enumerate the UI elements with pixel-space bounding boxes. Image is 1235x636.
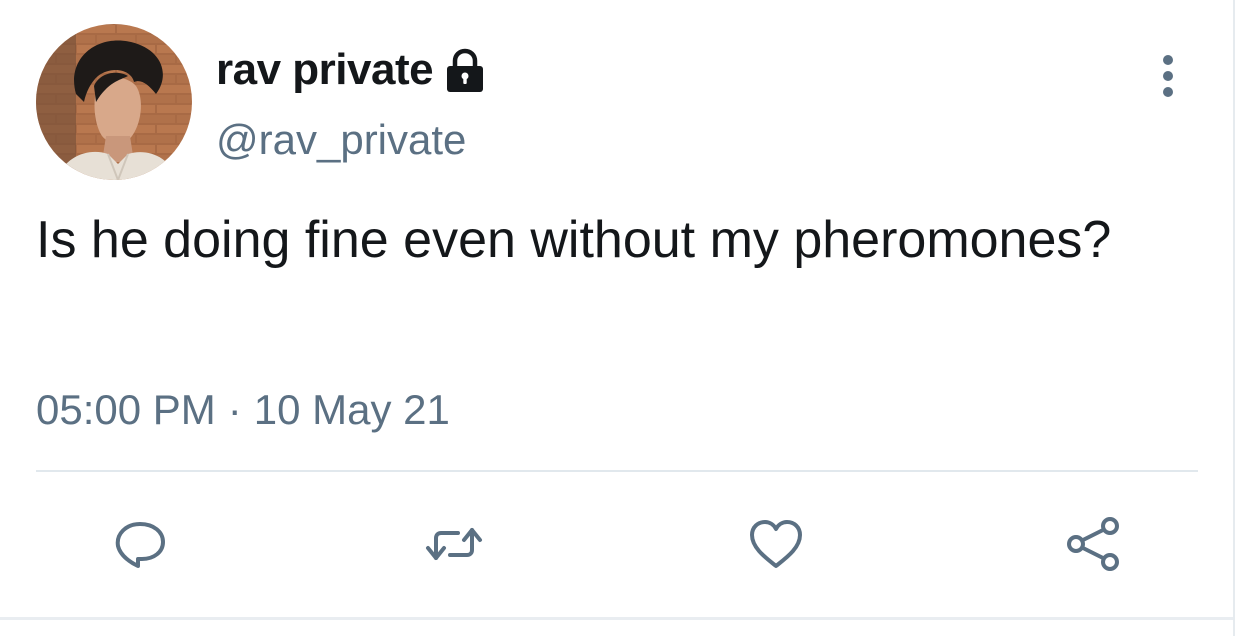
lock-icon (441, 46, 489, 94)
retweet-button[interactable] (424, 514, 484, 574)
tweet-card: rav private @rav_private Is he doing fin… (0, 0, 1235, 636)
user-handle[interactable]: @rav_private (216, 116, 466, 164)
bottom-border (0, 617, 1235, 620)
reply-button[interactable] (110, 514, 170, 574)
avatar[interactable] (36, 24, 192, 180)
avatar-image (36, 24, 192, 180)
tweet-time: 05:00 PM (36, 386, 216, 433)
timestamp-separator: · (227, 386, 242, 433)
retweet-icon (426, 528, 482, 560)
tweet-date: 10 May 21 (253, 386, 450, 433)
display-name-row: rav private (216, 42, 489, 98)
like-button[interactable] (746, 514, 806, 574)
more-options-button[interactable] (1146, 52, 1190, 102)
share-button[interactable] (1064, 514, 1124, 574)
share-icon (1067, 517, 1119, 571)
tweet-timestamp[interactable]: 05:00 PM · 10 May 21 (36, 386, 450, 434)
divider (36, 470, 1198, 472)
reply-icon (115, 522, 165, 568)
more-vertical-icon (1163, 55, 1173, 97)
tweet-text: Is he doing fine even without my pheromo… (36, 211, 1112, 269)
heart-icon (750, 520, 802, 568)
display-name[interactable]: rav private (216, 45, 434, 95)
